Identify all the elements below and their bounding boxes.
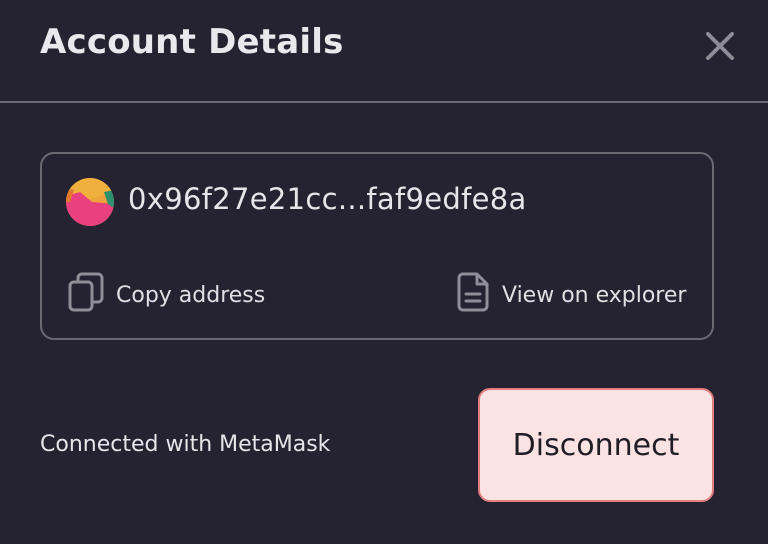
modal-title: Account Details	[40, 22, 344, 62]
wallet-address: 0x96f27e21cc...faf9edfe8a	[128, 182, 527, 216]
copy-icon	[68, 272, 104, 318]
copy-address-label: Copy address	[116, 282, 266, 308]
view-on-explorer-link[interactable]: View on explorer	[456, 272, 686, 318]
modal-header: Account Details	[0, 0, 768, 103]
avatar	[66, 178, 114, 226]
connected-wallet-text: Connected with MetaMask	[40, 432, 331, 457]
account-details-modal: Account Details 0x96f27e21cc...faf9edfe8…	[0, 0, 768, 544]
disconnect-button[interactable]: Disconnect	[478, 388, 714, 502]
close-button[interactable]	[700, 26, 740, 66]
close-icon	[706, 32, 734, 60]
account-card: 0x96f27e21cc...faf9edfe8a Copy address V…	[40, 152, 714, 340]
document-icon	[456, 272, 490, 318]
copy-address-button[interactable]: Copy address	[68, 272, 265, 318]
view-on-explorer-label: View on explorer	[502, 282, 687, 308]
